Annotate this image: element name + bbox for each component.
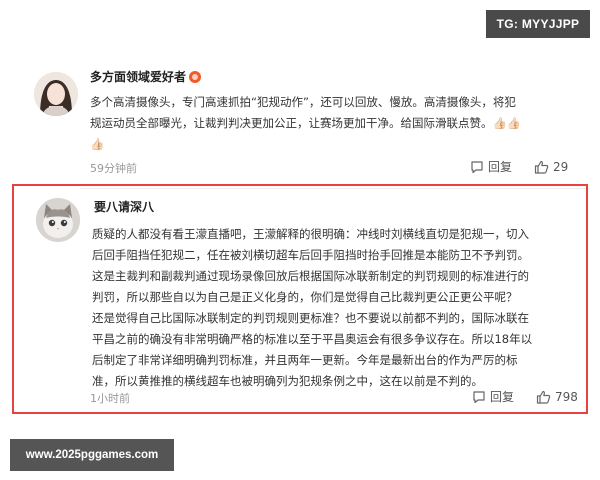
comment-actions: 回复 798 [472,388,578,405]
username[interactable]: 要八请深八 [94,198,154,215]
comment-line: 多个高清摄像头，专门高速抓拍“犯规动作”，还可以回放、慢放。高清摄像头，将犯 [90,95,516,109]
comment-item-highlighted: 要八请深八 质疑的人都没有看王濛直播吧，王濛解释的很明确：冲线时刘横线直切是犯规… [12,184,588,414]
cat-avatar-image [36,198,80,242]
reply-button[interactable]: 回复 [472,388,514,405]
avatar[interactable] [34,72,78,116]
comment-line: 平昌之前的确没有非常明确严格的标准以至于平昌奥运会有很多争议存在。所以18年以 [92,332,533,346]
comment-item: 多方面领域爱好者 多个高清摄像头，专门高速抓拍“犯规动作”，还可以回放、慢放。高… [0,60,600,189]
comment-icon [471,160,483,173]
thumbs-up-icon [534,160,549,174]
comment-line: 👍🏻 [90,137,105,151]
comment-actions: 回复 29 [470,158,568,175]
comment-icon [473,390,485,403]
thumbs-up-icon [536,390,551,404]
avatar[interactable] [36,198,80,242]
username[interactable]: 多方面领域爱好者 [90,68,202,85]
comment-line: 还是觉得自己比国际冰联制定的判罚规则更标准？也不要说以前都不判的，国际冰联在 [92,311,529,325]
comment-text: 多个高清摄像头，专门高速抓拍“犯规动作”，还可以回放、慢放。高清摄像头，将犯 规… [90,92,580,155]
comment-text: 质疑的人都没有看王濛直播吧，王濛解释的很明确：冲线时刘横线直切是犯规一，切入 后… [92,224,582,392]
comment-line: 后制定了非常详细明确判罚标准，并且两年一更新。今年是最新出台的作为严厉的标 [92,353,518,367]
comment-time: 1小时前 [90,392,130,405]
reply-button[interactable]: 回复 [470,158,512,175]
comment-time: 59分钟前 [90,162,137,175]
reply-label: 回复 [488,160,513,174]
like-button[interactable]: 798 [536,390,578,404]
tg-badge: TG: MYYJJPP [486,10,590,38]
comment-line: 规运动员全部曝光，让裁判判决更加公正，让赛场更加干净。给国际滑联点赞。👍🏻👍🏻 [90,116,522,130]
like-count: 798 [555,389,578,404]
comment-line: 判罚，所以那些自以为自己是正义化身的，你们是觉得自己比裁判更公正更公平呢？ [92,290,518,304]
comment-line: 后回手阻挡任犯规二，任在被刘横切超车后回手阻挡时抬手回推是本能防卫不予判罚。 [92,248,529,262]
username-text[interactable]: 多方面领域爱好者 [90,70,186,84]
watermark: www.2025pggames.com [10,439,174,471]
avatar-image [34,72,78,116]
reply-label: 回复 [490,390,515,404]
like-button[interactable]: 29 [534,160,568,174]
comment-line: 这是主裁判和副裁判通过现场录像回放后根据国际冰联新制定的判罚规则的标准进行的 [92,269,529,283]
like-count: 29 [553,159,569,174]
vip-badge-icon [189,71,202,83]
comment-line: 质疑的人都没有看王濛直播吧，王濛解释的很明确：冲线时刘横线直切是犯规一，切入 [92,227,529,241]
